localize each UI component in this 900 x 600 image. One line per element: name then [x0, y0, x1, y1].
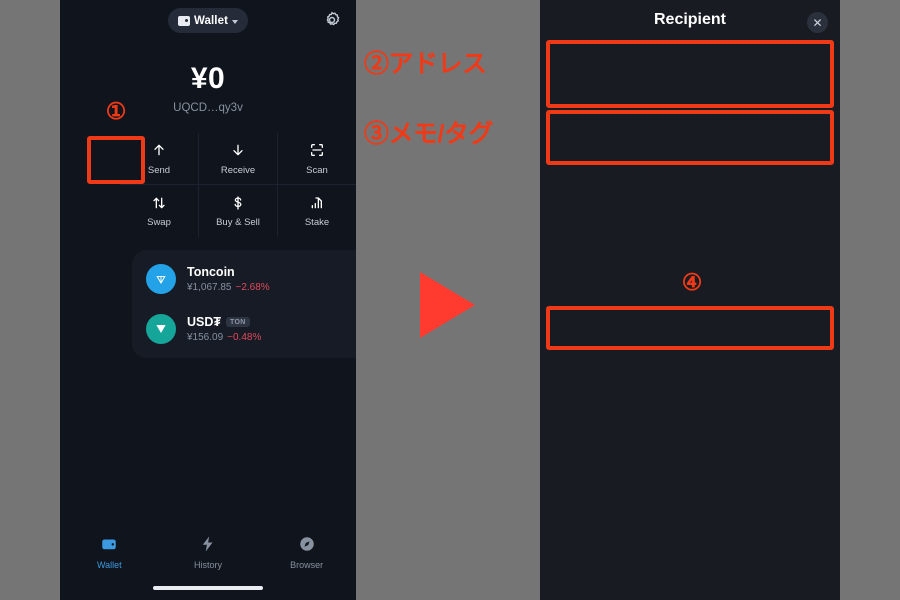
- annotation-label-memo-tag: ③メモ/タグ: [364, 120, 493, 148]
- table-row[interactable]: USD₮ TON ¥156.09−0.48% 0 ¥0: [132, 304, 356, 354]
- page-title: Recipient: [653, 11, 726, 28]
- chain-badge: TON: [226, 317, 250, 327]
- chart-up-icon: [309, 194, 325, 211]
- nav-item-wallet-label: Wallet: [97, 560, 122, 570]
- action-swap[interactable]: Swap: [120, 185, 198, 237]
- nav-item-wallet[interactable]: Wallet: [60, 535, 159, 570]
- nav-item-browser[interactable]: Browser: [257, 535, 356, 570]
- wallet-selector-pill[interactable]: Wallet: [168, 8, 248, 33]
- action-swap-label: Swap: [147, 217, 171, 228]
- lightning-icon: [199, 535, 217, 555]
- arrow-up-icon: [151, 142, 167, 159]
- token-change: −0.48%: [227, 332, 262, 343]
- play-arrow-right-icon: [420, 272, 475, 338]
- action-scan[interactable]: Scan: [277, 133, 356, 185]
- action-scan-label: Scan: [306, 164, 328, 176]
- usdt-logo-icon: [146, 314, 176, 344]
- table-row[interactable]: Toncoin ¥1,067.85−2.68% 0 ¥0: [132, 254, 356, 304]
- annotation-label-address: ②アドレス: [364, 50, 487, 78]
- action-buy-sell[interactable]: Buy & Sell: [198, 185, 277, 237]
- home-indicator: [153, 586, 263, 590]
- action-receive-label: Receive: [220, 164, 256, 176]
- action-receive[interactable]: Receive: [198, 133, 277, 185]
- wallet-icon: [100, 535, 118, 555]
- token-price: ¥156.09: [187, 332, 224, 343]
- scan-frame-icon: [309, 142, 325, 159]
- annotation-marker-1: ①: [105, 98, 127, 124]
- wallet-home-screen: Wallet ¥0 UQCD…qy3v Send Receive Scan Sw…: [60, 0, 356, 600]
- close-icon[interactable]: ✕: [807, 12, 828, 33]
- action-stake-label: Stake: [304, 217, 330, 228]
- action-send[interactable]: Send: [120, 133, 198, 185]
- nav-item-history-label: History: [194, 560, 223, 570]
- dollar-sign-icon: [230, 194, 246, 211]
- wallet-icon: [177, 15, 190, 26]
- balance-amount: ¥0: [190, 62, 226, 95]
- swap-arrows-icon: [151, 194, 167, 211]
- action-buy-sell-label: Buy & Sell: [216, 217, 260, 228]
- wallet-selector-label: Wallet: [193, 14, 229, 27]
- arrow-down-icon: [230, 142, 246, 159]
- quick-actions-grid: Send Receive Scan Swap Buy & Sell Stake: [120, 133, 356, 237]
- toncoin-logo-icon: [146, 264, 176, 294]
- chevron-down-icon: [232, 19, 239, 24]
- token-change: −2.68%: [235, 282, 270, 293]
- action-send-label: Send: [147, 164, 171, 176]
- compass-icon: [298, 535, 316, 555]
- bottom-navigation: Wallet History Browser: [60, 535, 356, 570]
- nav-item-history[interactable]: History: [159, 535, 258, 570]
- token-name: Toncoin: [187, 265, 235, 279]
- token-price: ¥1,067.85: [187, 282, 232, 293]
- action-stake[interactable]: Stake: [277, 185, 356, 237]
- token-name: USD₮: [187, 315, 222, 329]
- recipient-screen: Recipient ✕ Address or name Required com…: [540, 0, 840, 600]
- token-list: Toncoin ¥1,067.85−2.68% 0 ¥0 USD₮ TON: [132, 250, 356, 358]
- nav-item-browser-label: Browser: [290, 560, 324, 570]
- annotation-marker-4: ④: [681, 269, 703, 295]
- gear-icon[interactable]: [322, 10, 342, 30]
